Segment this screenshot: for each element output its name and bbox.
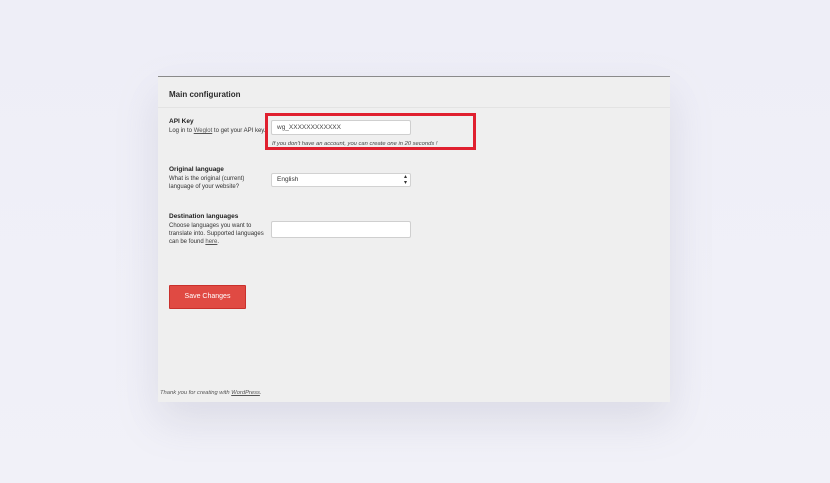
section-divider (158, 107, 670, 108)
original-language-select[interactable]: English ▴ ▾ (271, 173, 411, 187)
select-arrows-icon: ▴ ▾ (403, 174, 407, 186)
section-title: Main configuration (169, 90, 241, 99)
api-key-label-group: API Key Log in to Weglot to get your API… (169, 118, 267, 135)
api-key-hint: If you don't have an account, you can cr… (272, 141, 438, 147)
original-language-label-group: Original language What is the original (… (169, 166, 267, 191)
api-key-desc-suffix: to get your API key. (212, 128, 266, 134)
original-language-selected: English (277, 176, 299, 183)
settings-panel: Main configuration API Key Log in to Weg… (158, 76, 670, 402)
destination-languages-label: Destination languages (169, 213, 239, 220)
footer-suffix: . (259, 390, 262, 396)
original-language-desc: What is the original (current) language … (169, 176, 245, 190)
footer-prefix: Thank you for creating with (160, 390, 232, 396)
api-key-desc-prefix: Log in to (169, 128, 194, 134)
wordpress-link[interactable]: WordPress (231, 390, 260, 396)
destination-languages-input[interactable] (271, 221, 411, 238)
destination-languages-desc-suffix: . (217, 239, 220, 245)
save-changes-button[interactable]: Save Changes (169, 285, 246, 309)
weglot-link[interactable]: Weglot (194, 128, 213, 134)
destination-languages-label-group: Destination languages Choose languages y… (169, 213, 267, 246)
supported-languages-link[interactable]: here (205, 239, 217, 245)
footer-text: Thank you for creating with WordPress. (160, 390, 262, 396)
api-key-label: API Key (169, 118, 194, 125)
original-language-label: Original language (169, 166, 224, 173)
api-key-input[interactable]: wg_XXXXXXXXXXXX (271, 120, 411, 135)
